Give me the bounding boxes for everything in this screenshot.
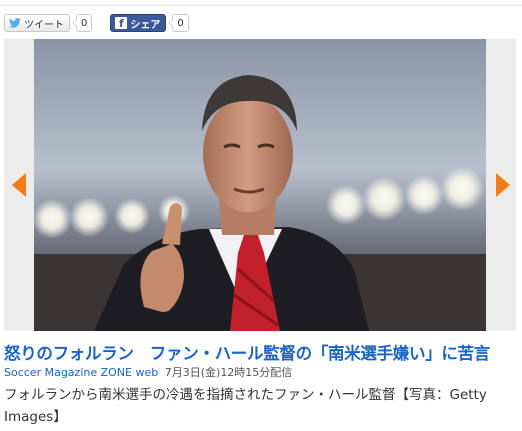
share-bar: ツイート 0 f シェア 0: [4, 13, 189, 33]
tweet-label: ツイート: [24, 19, 64, 31]
tweet-button[interactable]: ツイート: [4, 14, 70, 32]
arrow-right-icon[interactable]: [496, 173, 510, 197]
top-divider: [0, 5, 522, 6]
arrow-left-icon[interactable]: [12, 173, 26, 197]
article-meta: Soccer Magazine ZONE web 7月3日(金)12時15分配信: [4, 364, 292, 380]
article-photo[interactable]: [34, 39, 486, 331]
source-link[interactable]: Soccer Magazine ZONE web: [4, 366, 158, 379]
facebook-share-label: シェア: [130, 19, 161, 31]
bird-icon: [9, 18, 21, 28]
tweet-count: 0: [71, 14, 93, 32]
photo-caption: フォルランから南米選手の冷遇を指摘されたファン・ハール監督【写真：Getty I…: [4, 387, 487, 425]
photo-slider: [4, 39, 516, 331]
publish-date: 7月3日(金)12時15分配信: [164, 366, 293, 379]
article-headline[interactable]: 怒りのフォルラン ファン・ハール監督の「南米選手嫌い」に苦言: [4, 340, 520, 364]
facebook-count: 0: [168, 14, 189, 32]
photo-illustration: [34, 39, 486, 331]
facebook-share-button[interactable]: f シェア: [110, 14, 167, 32]
facebook-f-icon: f: [115, 17, 128, 29]
